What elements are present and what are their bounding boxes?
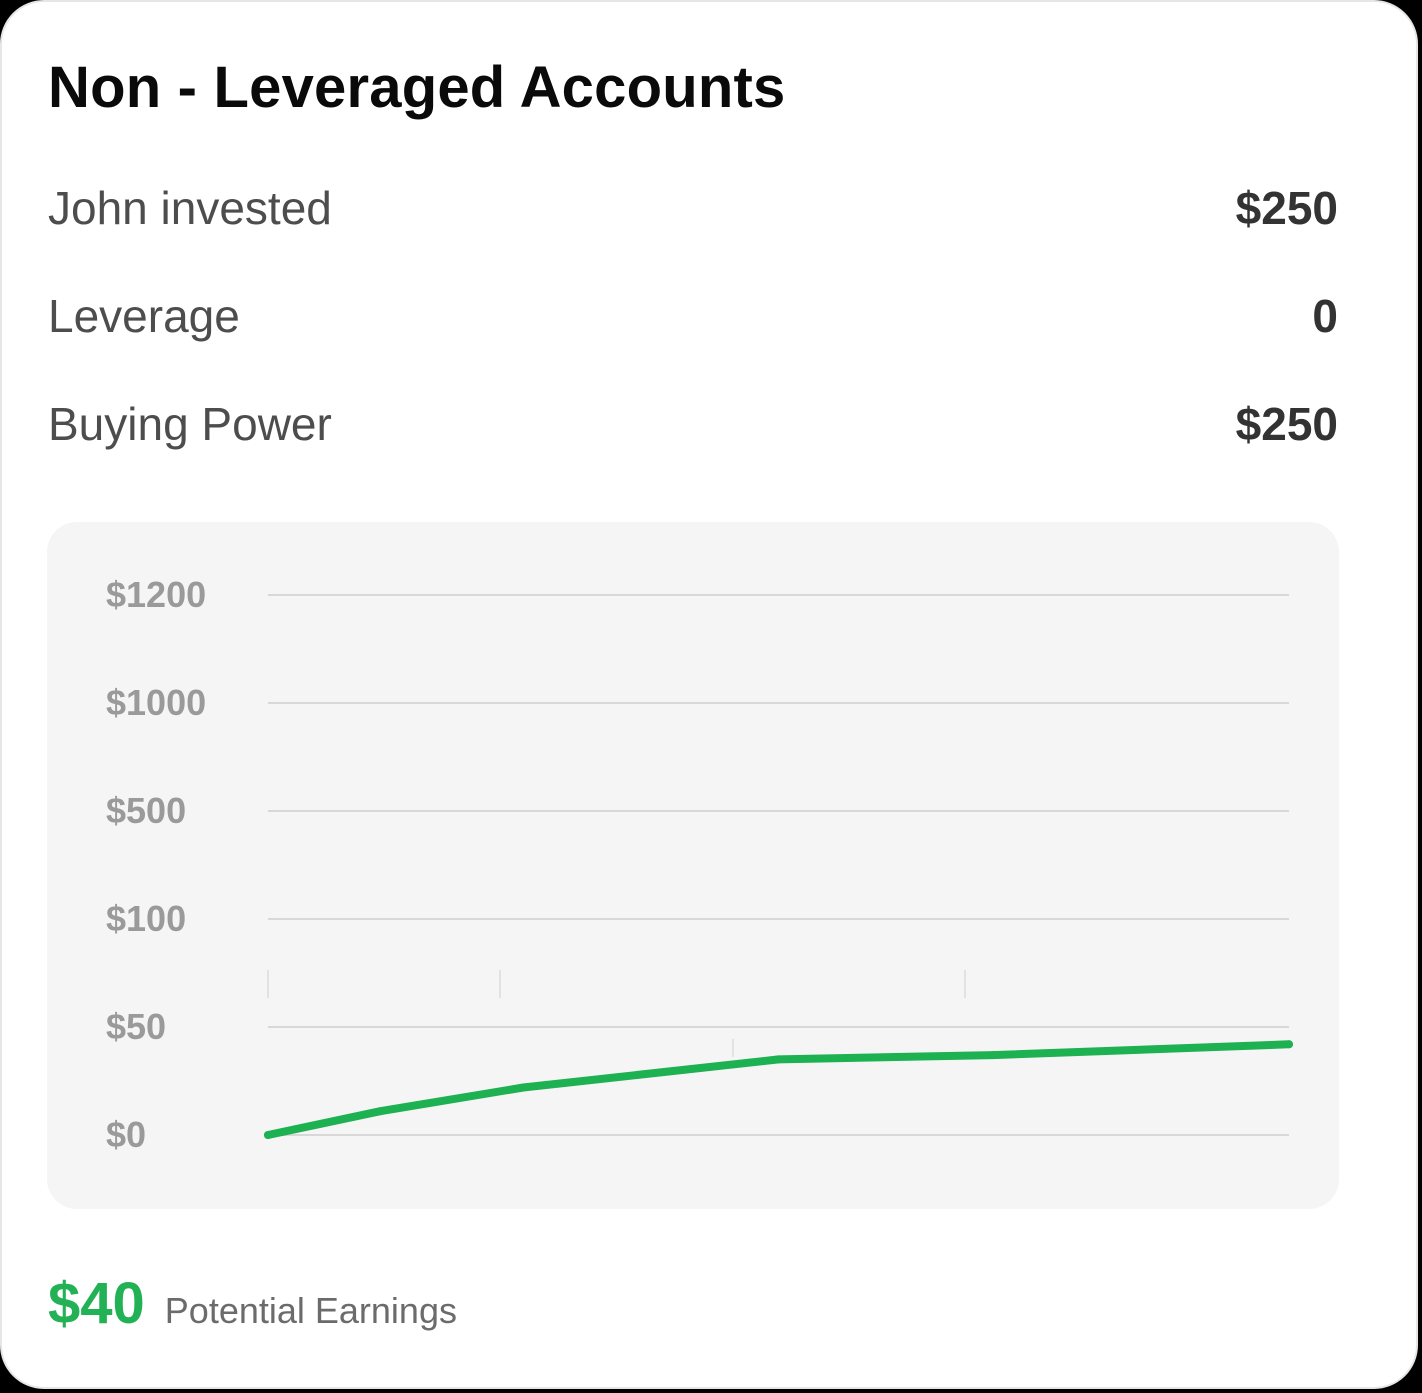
stat-value-invested: $250 — [1235, 182, 1338, 234]
stat-row-buying-power: Buying Power $250 — [48, 394, 1338, 454]
potential-earnings-caption: Potential Earnings — [164, 1290, 457, 1331]
data-point — [988, 1051, 997, 1060]
stat-value-leverage: 0 — [1312, 290, 1338, 342]
stat-label-leverage: Leverage — [48, 290, 240, 342]
earnings-chart: $1200 $1000 $500 $100 $50 $0 — [47, 522, 1339, 1209]
potential-earnings-amount: $40 — [48, 1271, 145, 1336]
stat-value-buying-power: $250 — [1235, 398, 1338, 450]
y-tick-label: $500 — [106, 790, 186, 831]
stat-label-invested: John invested — [48, 182, 332, 234]
data-point — [1285, 1040, 1293, 1049]
y-tick-label: $1000 — [106, 682, 206, 723]
y-tick-label: $1200 — [106, 574, 206, 615]
y-tick-label: $100 — [106, 898, 186, 939]
y-tick-label: $0 — [106, 1114, 146, 1155]
y-tick-label: $50 — [106, 1006, 166, 1047]
earnings-chart-svg: $1200 $1000 $500 $100 $50 $0 — [106, 574, 1293, 1155]
card-title: Non - Leveraged Accounts — [48, 55, 786, 120]
stat-label-buying-power: Buying Power — [48, 398, 332, 450]
potential-earnings: $40 Potential Earnings — [48, 1270, 457, 1337]
data-point — [774, 1055, 783, 1064]
non-leveraged-card: Non - Leveraged Accounts John invested $… — [0, 0, 1418, 1389]
stat-row-leverage: Leverage 0 — [48, 286, 1338, 346]
data-point — [376, 1107, 385, 1116]
stat-row-invested: John invested $250 — [48, 178, 1338, 238]
data-point — [264, 1131, 272, 1139]
data-point — [519, 1083, 528, 1092]
